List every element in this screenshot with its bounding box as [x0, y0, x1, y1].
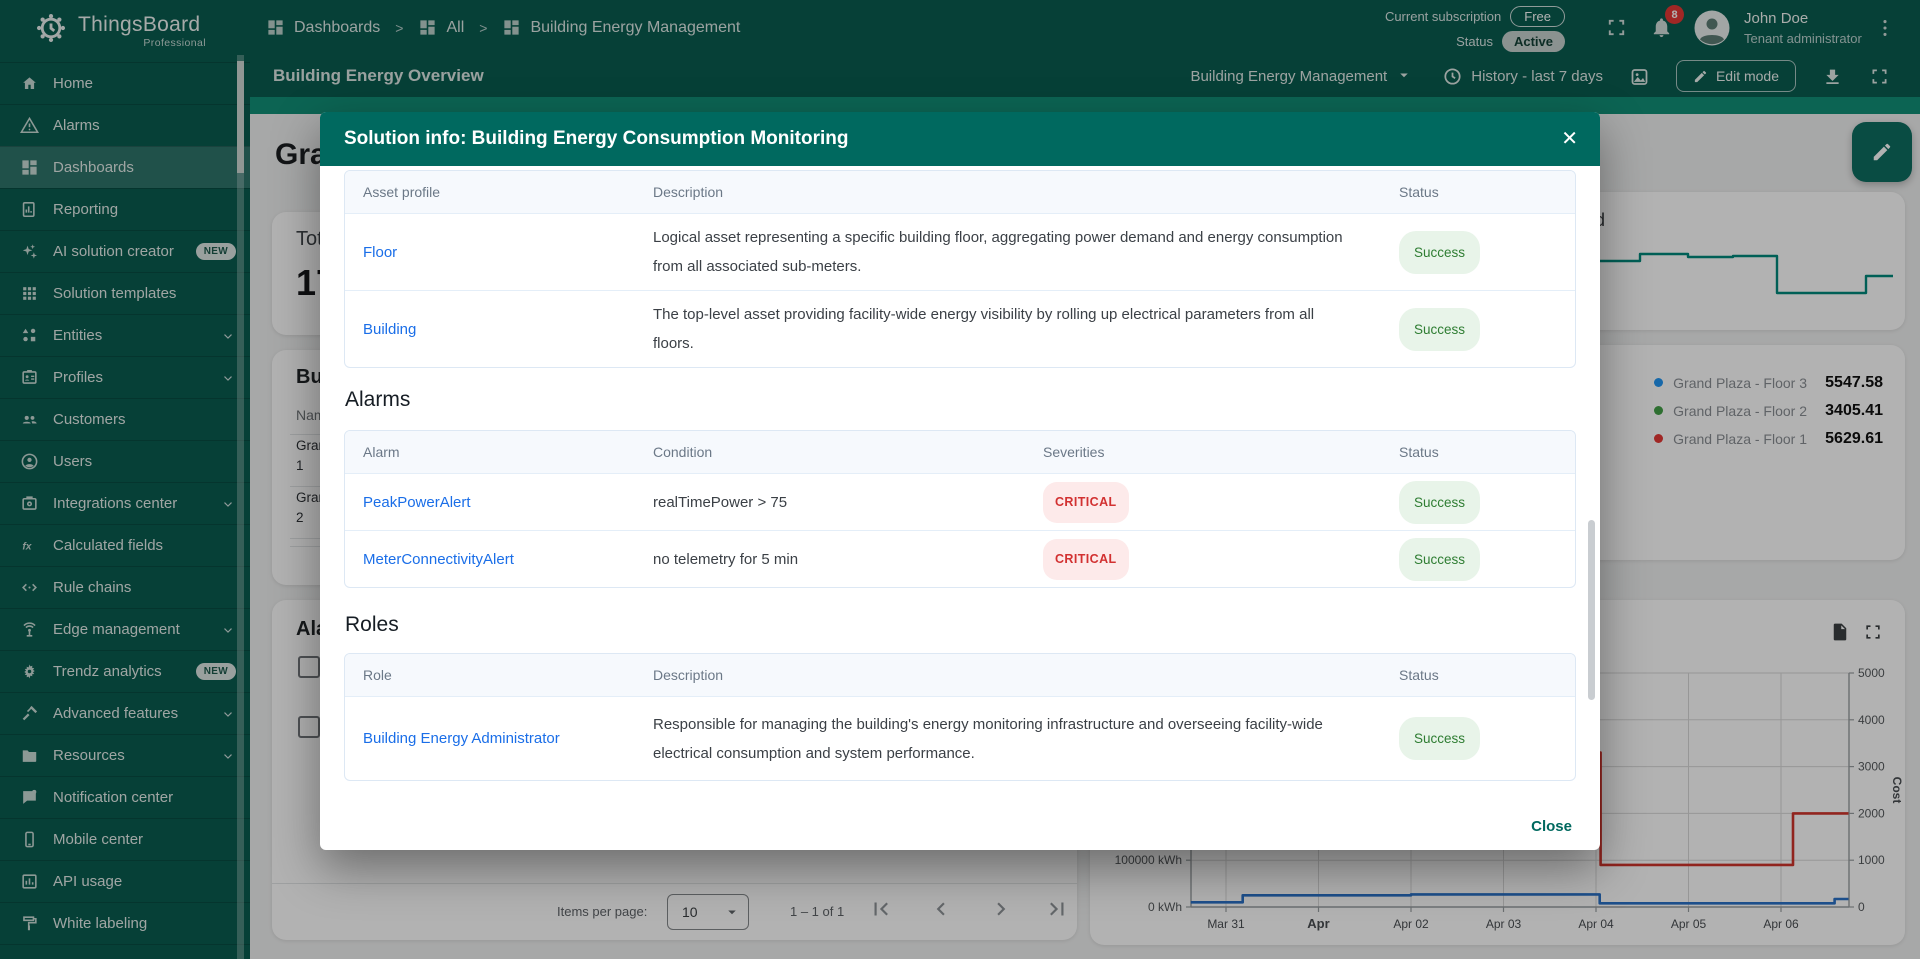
close-icon[interactable]: ✕	[1561, 129, 1578, 149]
roles-section-heading: Roles	[345, 613, 1576, 637]
status-success-badge: Success	[1399, 717, 1480, 760]
table-header-row: RoleDescriptionStatus	[345, 654, 1575, 696]
table-row: PeakPowerAlert realTimePower > 75 CRITIC…	[345, 473, 1575, 530]
column-header: Status	[1381, 438, 1575, 467]
roles-table: RoleDescriptionStatusBuilding Energy Adm…	[344, 653, 1576, 781]
dialog-header: Solution info: Building Energy Consumpti…	[320, 112, 1600, 166]
asset-profile-link[interactable]: Building	[363, 321, 416, 338]
table-header-row: Asset profileDescriptionStatus	[345, 171, 1575, 213]
dialog-title: Solution info: Building Energy Consumpti…	[344, 128, 848, 150]
column-header: Severities	[1025, 438, 1381, 467]
column-header: Asset profile	[345, 178, 635, 207]
alarms-table: AlarmConditionSeveritiesStatusPeakPowerA…	[344, 430, 1576, 588]
alarms-section-heading: Alarms	[345, 388, 1576, 412]
alarm-condition: realTimePower > 75	[635, 488, 1025, 517]
severity-critical-badge: CRITICAL	[1043, 482, 1129, 523]
close-button[interactable]: Close	[1531, 818, 1572, 835]
table-row: MeterConnectivityAlert no telemetry for …	[345, 530, 1575, 587]
column-header: Condition	[635, 438, 1025, 467]
status-success-badge: Success	[1399, 231, 1480, 274]
column-header: Description	[635, 661, 1381, 690]
asset-profiles-table: Asset profileDescriptionStatusFloor Logi…	[344, 170, 1576, 368]
table-row: Floor Logical asset representing a speci…	[345, 213, 1575, 290]
column-header: Alarm	[345, 438, 635, 467]
column-header: Status	[1381, 178, 1575, 207]
asset-profile-description: The top-level asset providing facility-w…	[635, 300, 1381, 358]
severity-critical-badge: CRITICAL	[1043, 539, 1129, 580]
status-success-badge: Success	[1399, 538, 1480, 581]
table-header-row: AlarmConditionSeveritiesStatus	[345, 431, 1575, 473]
alarm-link[interactable]: MeterConnectivityAlert	[363, 551, 514, 568]
status-success-badge: Success	[1399, 481, 1480, 524]
alarm-link[interactable]: PeakPowerAlert	[363, 494, 471, 511]
role-link[interactable]: Building Energy Administrator	[363, 730, 560, 747]
status-success-badge: Success	[1399, 308, 1480, 351]
column-header: Description	[635, 178, 1381, 207]
table-row: Building Energy Administrator Responsibl…	[345, 696, 1575, 780]
app-root: ThingsBoard Professional Dashboards>All>…	[0, 0, 1920, 959]
column-header: Role	[345, 661, 635, 690]
dialog-scrollbar-thumb[interactable]	[1588, 520, 1595, 700]
solution-info-dialog: Solution info: Building Energy Consumpti…	[320, 112, 1600, 850]
table-row: Building The top-level asset providing f…	[345, 290, 1575, 367]
asset-profile-link[interactable]: Floor	[363, 244, 397, 261]
asset-profile-description: Logical asset representing a specific bu…	[635, 223, 1381, 281]
alarm-condition: no telemetry for 5 min	[635, 545, 1025, 574]
role-description: Responsible for managing the building's …	[635, 710, 1381, 768]
dialog-body: Asset profileDescriptionStatusFloor Logi…	[320, 166, 1600, 850]
column-header: Status	[1381, 661, 1575, 690]
